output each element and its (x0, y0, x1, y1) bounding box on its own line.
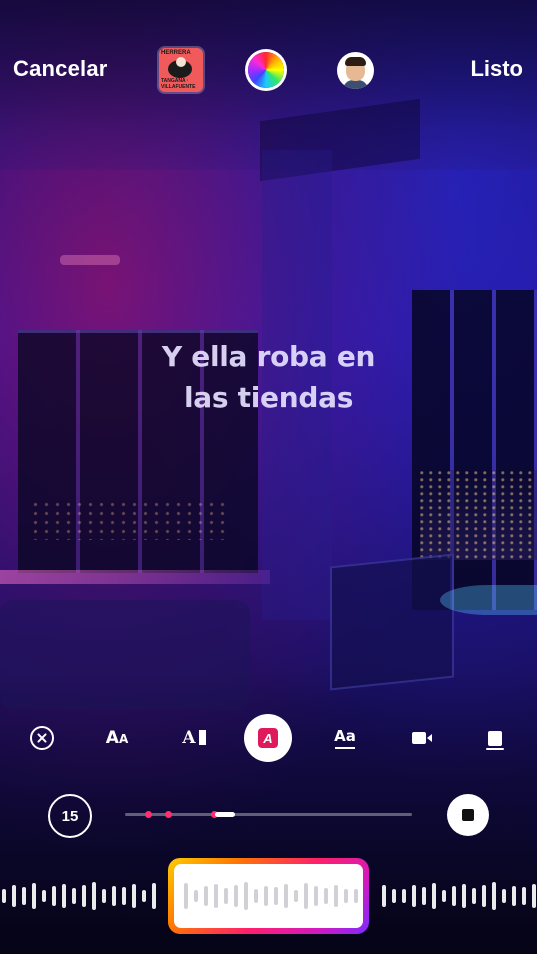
waveform-bar-selected (184, 883, 188, 909)
text-size-glyph-large: A (105, 728, 119, 748)
waveform-bar-selected (244, 882, 248, 910)
waveform-bar-selected (324, 888, 328, 904)
duration-button[interactable]: 15 (48, 794, 92, 838)
waveform-bar-selected (294, 890, 298, 902)
waveform-bar (112, 886, 116, 906)
done-button[interactable]: Listo (470, 56, 523, 82)
clip-selection-window[interactable] (168, 858, 369, 934)
highlight-a-icon: A (258, 728, 278, 748)
stop-icon (462, 809, 474, 821)
avatar-shirt (343, 80, 368, 89)
selection-progress (215, 812, 235, 817)
waveform-bar (92, 882, 96, 910)
waveform-bar (12, 885, 16, 907)
waveform-bar-selected (234, 885, 238, 907)
waveform-bar (22, 887, 26, 905)
waveform-bar-selected (254, 889, 258, 903)
waveform-bar (122, 887, 126, 905)
lyrics-style-toolbar: AA A A Aa (0, 712, 537, 764)
waveform-bar (492, 882, 496, 910)
text-size-button[interactable]: AA (93, 714, 141, 762)
underline-bar (334, 747, 355, 749)
album-cover-button[interactable]: HERRERA TANGANA · VILLAFUENTE (159, 48, 203, 92)
avatar-sticker-button[interactable] (337, 52, 374, 89)
video-camera-icon (412, 732, 432, 744)
lyric-marker (145, 811, 152, 818)
lyric-line-2: las tiendas (183, 381, 354, 414)
color-wheel-icon[interactable] (248, 52, 284, 88)
waveform-bar-selected (214, 884, 218, 908)
album-cover-face (176, 57, 186, 67)
waveform-bar (512, 886, 516, 906)
waveform-bar (482, 885, 486, 907)
highlight-style-button[interactable]: A (244, 714, 292, 762)
song-progress-track[interactable] (125, 811, 412, 818)
waveform-bar-selected (354, 889, 358, 903)
typewriter-glyph: A (182, 728, 196, 748)
waveform-bar (442, 890, 446, 902)
clip-selection-inner (174, 864, 363, 928)
waveform-bar (412, 885, 416, 907)
waveform-bar (102, 889, 106, 903)
waveform-bar (62, 884, 66, 908)
underline-style-button[interactable]: Aa (321, 714, 369, 762)
waveform-bar-selected (344, 889, 348, 903)
waveform-bar (2, 889, 6, 903)
waveform-bar (502, 889, 506, 903)
waveform-bar-selected (304, 883, 308, 909)
card-icon (486, 730, 504, 750)
cancel-button[interactable]: Cancelar (13, 56, 108, 82)
waveform-bar (72, 888, 76, 904)
text-size-icon: AA (106, 728, 128, 748)
waveform-bar-selected (314, 886, 318, 906)
waveform-bar (142, 890, 146, 902)
album-cover-line2: TANGANA · VILLAFUENTE (161, 78, 196, 90)
underline-aa-glyph: Aa (334, 727, 356, 745)
waveform-bar (32, 883, 36, 909)
waveform-bar (152, 883, 156, 909)
waveform-bar (532, 884, 536, 908)
remove-lyrics-button[interactable] (18, 714, 66, 762)
waveform-bar-selected (224, 888, 228, 904)
video-effect-button[interactable] (395, 714, 443, 762)
waveform-bar-selected (194, 890, 198, 902)
stop-button[interactable] (447, 794, 489, 836)
waveform-bar (422, 887, 426, 905)
waveform-bar (42, 890, 46, 902)
cursor-bar (198, 730, 206, 745)
waveform-bar-selected (264, 886, 268, 906)
waveform-bar (472, 888, 476, 904)
waveform-bar (402, 889, 406, 903)
waveform-bar (432, 883, 436, 909)
underline-aa-icon: Aa (334, 727, 356, 749)
waveform-bar-selected (204, 886, 208, 906)
text-size-glyph-small: A (118, 732, 129, 746)
waveform-bar (392, 889, 396, 903)
waveform-bar (522, 887, 526, 905)
waveform-bar-selected (334, 885, 338, 907)
waveform-bar (132, 884, 136, 908)
top-bar: Cancelar HERRERA TANGANA · VILLAFUENTE L… (0, 0, 537, 140)
waveform-bar (382, 885, 386, 907)
waveform-bar-selected (284, 884, 288, 908)
avatar-hair (345, 57, 366, 66)
waveform-bar (52, 886, 56, 906)
typewriter-style-button[interactable]: A (170, 714, 218, 762)
waveform-bar-selected (274, 887, 278, 905)
card-style-button[interactable] (471, 714, 519, 762)
album-cover-line1: HERRERA (161, 50, 191, 56)
lyric-marker (165, 811, 172, 818)
waveform-bar (462, 884, 466, 908)
waveform-bar (452, 886, 456, 906)
lyrics-sticker[interactable]: Y ella roba en las tiendas (0, 336, 537, 418)
lyric-line-1: Y ella roba en (161, 340, 376, 373)
waveform-bar (82, 885, 86, 907)
typewriter-icon: A (182, 728, 206, 748)
close-circle-icon (30, 726, 54, 750)
